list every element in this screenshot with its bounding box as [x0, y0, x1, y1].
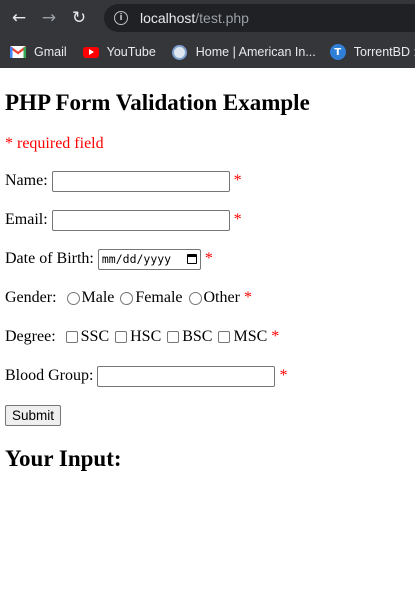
torrentbd-icon: T: [329, 44, 346, 60]
output-heading: Your Input:: [5, 446, 122, 471]
info-icon[interactable]: i: [114, 11, 128, 25]
submit-button[interactable]: Submit: [5, 405, 62, 426]
degree-option-label: HSC: [130, 328, 162, 345]
required-asterisk: *: [204, 250, 213, 267]
american-icon: [172, 44, 188, 60]
bookmark-label: Gmail: [34, 45, 67, 59]
required-asterisk: *: [243, 289, 252, 306]
required-asterisk: *: [233, 211, 242, 228]
back-icon[interactable]: ←: [8, 7, 30, 29]
bookmark-american[interactable]: Home | American In...: [172, 44, 316, 60]
dob-label: Date of Birth:: [5, 250, 94, 267]
required-asterisk: *: [233, 172, 242, 189]
page-title: PHP Form Validation Example: [5, 90, 310, 115]
degree-row: Degree: SSC HSC BSC MSC *: [5, 326, 410, 348]
degree-checkbox-bsc[interactable]: [167, 331, 180, 343]
bookmark-youtube[interactable]: YouTube: [82, 44, 156, 60]
degree-checkbox-hsc[interactable]: [115, 331, 128, 343]
degree-checkbox-ssc[interactable]: [65, 331, 78, 343]
dob-row: Date of Birth: mm/dd/yyyy *: [5, 248, 410, 270]
url-host: localhost: [140, 10, 196, 26]
blood-group-row: Blood Group: *: [5, 365, 410, 387]
blood-group-label: Blood Group:: [5, 367, 94, 384]
name-input[interactable]: [51, 170, 230, 192]
gender-radio-female[interactable]: [120, 291, 134, 305]
blood-group-input[interactable]: [97, 365, 276, 387]
forward-icon[interactable]: →: [38, 7, 60, 29]
address-bar[interactable]: i localhost/test.php: [104, 4, 415, 32]
url-text[interactable]: localhost/test.php: [140, 10, 249, 26]
gender-radio-other[interactable]: [188, 291, 202, 305]
degree-checkbox-msc[interactable]: [218, 331, 231, 343]
calendar-icon[interactable]: [186, 254, 197, 264]
required-note: * required field: [5, 135, 104, 152]
dob-input[interactable]: mm/dd/yyyy: [97, 248, 201, 270]
dob-placeholder: mm/dd/yyyy: [101, 252, 172, 266]
required-asterisk: *: [271, 328, 280, 345]
email-row: Email: *: [5, 209, 410, 231]
gender-row: Gender: Male Female Other *: [5, 287, 410, 309]
url-path: /test.php: [195, 10, 249, 26]
browser-chrome: ← → ↻ i localhost/test.php Gmail YouTube…: [0, 0, 415, 68]
gender-radio-male[interactable]: [66, 291, 80, 305]
gender-label: Gender:: [5, 289, 57, 306]
degree-option-label: MSC: [233, 328, 268, 345]
name-row: Name: *: [5, 170, 410, 192]
bookmark-gmail[interactable]: Gmail: [10, 44, 67, 60]
gmail-icon: [10, 44, 26, 60]
bookmark-label: YouTube: [106, 45, 156, 59]
youtube-icon: [82, 44, 99, 60]
bookmark-label: Home | American In...: [195, 45, 316, 59]
required-asterisk: *: [279, 367, 288, 384]
degree-option-label: BSC: [182, 328, 213, 345]
degree-label: Degree:: [5, 328, 56, 345]
bookmark-torrentbd[interactable]: T TorrentBD : H: [329, 44, 415, 60]
gender-option-label: Male: [81, 289, 115, 306]
bookmark-label: TorrentBD : H: [353, 45, 415, 59]
email-input[interactable]: [51, 209, 230, 231]
bookmarks-bar: Gmail YouTube Home | American In... T To…: [0, 36, 415, 68]
email-label: Email:: [5, 211, 48, 228]
degree-option-label: SSC: [80, 328, 110, 345]
nav-toolbar: ← → ↻ i localhost/test.php: [0, 0, 415, 36]
gender-option-label: Other: [203, 289, 240, 306]
gender-option-label: Female: [135, 289, 183, 306]
reload-icon[interactable]: ↻: [68, 7, 90, 29]
page-content: PHP Form Validation Example * required f…: [0, 90, 415, 472]
name-label: Name:: [5, 172, 48, 189]
